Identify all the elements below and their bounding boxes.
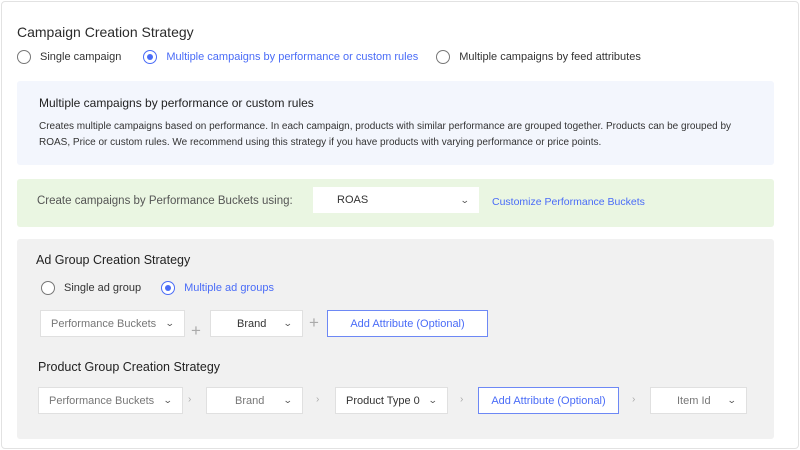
product-group-title: Product Group Creation Strategy bbox=[38, 360, 221, 374]
chevron-right-icon: › bbox=[632, 394, 636, 405]
product-group-add-attribute-button[interactable]: Add Attribute (Optional) bbox=[478, 387, 619, 414]
ad-group-panel: Ad Group Creation Strategy Single ad gro… bbox=[17, 239, 774, 439]
ad-group-brand-select[interactable]: Brand ⌄ bbox=[210, 310, 303, 337]
chevron-right-icon: › bbox=[188, 394, 192, 405]
chevron-right-icon: › bbox=[316, 394, 320, 405]
chevron-right-icon: › bbox=[460, 394, 464, 405]
campaign-strategy-card: Campaign Creation Strategy Single campai… bbox=[1, 1, 799, 449]
chevron-down-icon: ⌄ bbox=[163, 395, 174, 405]
product-group-product-type-select[interactable]: Product Type 0 ⌄ bbox=[335, 387, 448, 414]
customize-performance-buckets-link[interactable]: Customize Performance Buckets bbox=[492, 196, 645, 208]
chevron-down-icon: ⌄ bbox=[165, 318, 176, 328]
radio-circle-selected-icon bbox=[143, 50, 158, 64]
radio-label: Single ad group bbox=[64, 282, 142, 294]
info-heading: Multiple campaigns by performance or cus… bbox=[39, 96, 314, 110]
select-value: ROAS bbox=[337, 194, 369, 206]
info-description: Creates multiple campaigns based on perf… bbox=[39, 121, 732, 148]
radio-single-ad-group[interactable]: Single ad group bbox=[41, 281, 141, 295]
ad-group-radio-group: Single ad group Multiple ad groups bbox=[41, 281, 274, 295]
page-title: Campaign Creation Strategy bbox=[17, 24, 194, 40]
chevron-down-icon: ⌄ bbox=[460, 194, 471, 205]
radio-circle-icon bbox=[17, 50, 31, 64]
radio-single-campaign[interactable]: Single campaign bbox=[17, 50, 121, 64]
product-group-brand-select[interactable]: Brand ⌄ bbox=[206, 387, 303, 414]
performance-buckets-row: Create campaigns by Performance Buckets … bbox=[17, 179, 774, 227]
performance-buckets-label: Create campaigns by Performance Buckets … bbox=[37, 195, 293, 207]
radio-label: Multiple campaigns by feed attributes bbox=[459, 51, 641, 63]
performance-metric-select[interactable]: ROAS ⌄ bbox=[313, 187, 479, 213]
strategy-info-box: Multiple campaigns by performance or cus… bbox=[17, 81, 774, 165]
ad-group-add-attribute-button[interactable]: Add Attribute (Optional) bbox=[327, 310, 488, 337]
radio-multiple-by-feed-attributes[interactable]: Multiple campaigns by feed attributes bbox=[436, 50, 641, 64]
radio-label: Multiple campaigns by performance or cus… bbox=[166, 51, 419, 63]
chevron-down-icon: ⌄ bbox=[428, 395, 439, 405]
plus-icon: + bbox=[191, 321, 201, 340]
radio-circle-icon bbox=[436, 50, 451, 64]
select-value: Item Id bbox=[677, 394, 711, 407]
chevron-down-icon: ⌄ bbox=[283, 318, 294, 328]
product-group-performance-buckets-select[interactable]: Performance Buckets ⌄ bbox=[38, 387, 183, 414]
chevron-down-icon: ⌄ bbox=[727, 395, 738, 405]
radio-circle-icon bbox=[41, 281, 55, 295]
radio-label: Multiple ad groups bbox=[184, 282, 274, 294]
plus-icon: + bbox=[309, 313, 319, 332]
radio-label: Single campaign bbox=[40, 51, 122, 63]
select-value: Brand bbox=[235, 394, 265, 407]
chevron-down-icon: ⌄ bbox=[283, 395, 294, 405]
radio-circle-selected-icon bbox=[161, 281, 176, 295]
ad-group-performance-buckets-select[interactable]: Performance Buckets ⌄ bbox=[40, 310, 185, 337]
select-value: Performance Buckets bbox=[51, 317, 157, 330]
product-group-item-id-select[interactable]: Item Id ⌄ bbox=[650, 387, 747, 414]
select-value: Performance Buckets bbox=[49, 394, 155, 407]
select-value: Product Type 0 bbox=[346, 394, 420, 407]
radio-multiple-ad-groups[interactable]: Multiple ad groups bbox=[161, 281, 274, 295]
select-value: Brand bbox=[237, 317, 267, 330]
campaign-strategy-radio-group: Single campaign Multiple campaigns by pe… bbox=[17, 50, 641, 64]
radio-multiple-by-performance[interactable]: Multiple campaigns by performance or cus… bbox=[143, 50, 418, 64]
ad-group-title: Ad Group Creation Strategy bbox=[36, 253, 191, 267]
